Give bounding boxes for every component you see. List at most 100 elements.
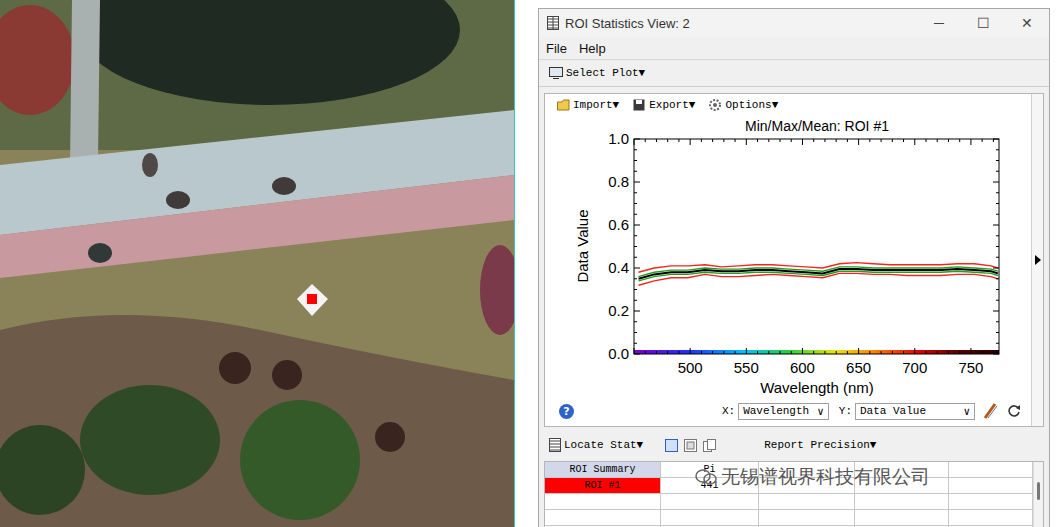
view-buttons	[665, 439, 716, 452]
shape	[687, 442, 694, 449]
x-tick-label: 500	[678, 359, 703, 376]
shape	[634, 139, 640, 140]
x-axis-selector-label: X:	[722, 405, 735, 417]
y-axis-dropdown[interactable]: Data Value∨	[855, 403, 975, 420]
tool-label: Options▼	[725, 99, 778, 111]
shape	[645, 139, 646, 142]
shape	[480, 245, 514, 335]
table-cell	[949, 510, 1033, 526]
table-cell	[855, 526, 949, 527]
shape	[634, 214, 637, 215]
options-button[interactable]: Options▼	[709, 99, 778, 111]
table-icon	[547, 16, 559, 30]
shape	[996, 257, 999, 258]
shape	[0, 5, 75, 115]
shape	[690, 139, 691, 145]
table-cell	[759, 510, 855, 526]
shape	[746, 348, 747, 354]
shape	[166, 191, 190, 209]
x-axis-dropdown[interactable]: Wavelength∨	[738, 403, 829, 420]
help-icon[interactable]: ?	[559, 404, 574, 419]
menu-item[interactable]: Help	[579, 41, 606, 56]
export-button[interactable]: Export▼	[633, 99, 695, 111]
axis-bar: ?X:Wavelength∨Y:Data Value∨	[545, 398, 1031, 424]
window-title: ROI Statistics View: 2	[565, 16, 917, 31]
cell-text: ROI #1	[584, 480, 620, 491]
shape	[892, 139, 893, 142]
shape	[735, 351, 736, 354]
shape	[634, 192, 637, 193]
shape	[634, 343, 637, 344]
plot-toolbar: Import▼ Export▼ Options▼	[545, 94, 1031, 116]
shape	[634, 321, 637, 322]
shape	[746, 139, 747, 145]
plot-area: Import▼Export▼Options▼Min/Max/Mean: ROI …	[545, 94, 1031, 426]
view-button[interactable]	[703, 439, 716, 452]
y-tick-label: 0.2	[608, 302, 629, 319]
chat-logo-icon	[695, 468, 717, 486]
select-plot-button[interactable]: Select Plot▼	[549, 67, 645, 79]
shape	[656, 351, 657, 354]
scroll-thumb[interactable]	[1037, 482, 1040, 500]
shape	[634, 278, 637, 279]
refresh-icon	[1007, 404, 1021, 418]
refresh-button[interactable]	[1007, 404, 1021, 418]
panel-scroll-strip[interactable]	[1031, 94, 1043, 426]
tool-label: Export▼	[649, 99, 695, 111]
shape	[959, 351, 960, 354]
shape	[550, 447, 560, 448]
shape	[80, 0, 460, 105]
shape	[634, 160, 637, 161]
report-precision-button[interactable]: Report Precision▼	[764, 439, 876, 451]
x-axis-label: Wavelength (nm)	[760, 379, 874, 396]
table-scrollbar[interactable]	[1033, 462, 1043, 527]
close-button[interactable]: ✕	[1005, 15, 1049, 31]
shape	[926, 139, 927, 142]
shape	[553, 78, 559, 79]
table-header-cell: ROI Summary	[545, 462, 661, 478]
shape	[0, 175, 514, 278]
shape	[824, 351, 825, 354]
table-cell: ROI #1	[545, 478, 661, 494]
view-button[interactable]	[684, 439, 697, 452]
shape	[813, 351, 814, 354]
view-button[interactable]	[665, 439, 678, 452]
shape	[634, 257, 637, 258]
shape	[757, 351, 758, 354]
shape	[219, 352, 251, 384]
empty-row	[545, 510, 1033, 526]
shape	[881, 351, 882, 354]
minimize-button[interactable]: ─	[917, 15, 961, 31]
shape	[634, 235, 637, 236]
shape	[634, 348, 635, 354]
shape	[993, 354, 999, 355]
shape	[996, 289, 999, 290]
import-button[interactable]: Import▼	[557, 99, 619, 111]
shape	[713, 103, 717, 107]
shape	[704, 474, 716, 484]
edit-button[interactable]	[983, 403, 997, 419]
shape	[142, 153, 158, 177]
table-cell	[855, 510, 949, 526]
shape	[550, 444, 560, 445]
shape	[710, 100, 720, 110]
table-cell	[661, 494, 759, 510]
plot-panel: Import▼Export▼Options▼Min/Max/Mean: ROI …	[544, 93, 1044, 427]
shape	[791, 139, 792, 142]
shape	[970, 348, 971, 354]
menu-item[interactable]: File	[546, 41, 567, 56]
shape	[802, 348, 803, 354]
locate-stat-button[interactable]: Locate Stat▼	[549, 438, 643, 452]
shape	[993, 225, 999, 226]
maximize-button[interactable]: ☐	[961, 15, 1005, 31]
menu-bar: File Help	[539, 37, 1049, 60]
shape	[701, 139, 702, 142]
empty-row	[545, 494, 1033, 510]
shape	[996, 214, 999, 215]
shape	[645, 351, 646, 354]
shape	[634, 311, 640, 312]
table-cell	[545, 526, 661, 527]
y-tick-label: 1.0	[608, 130, 629, 147]
shape	[634, 246, 637, 247]
tool-label: Import▼	[573, 99, 619, 111]
